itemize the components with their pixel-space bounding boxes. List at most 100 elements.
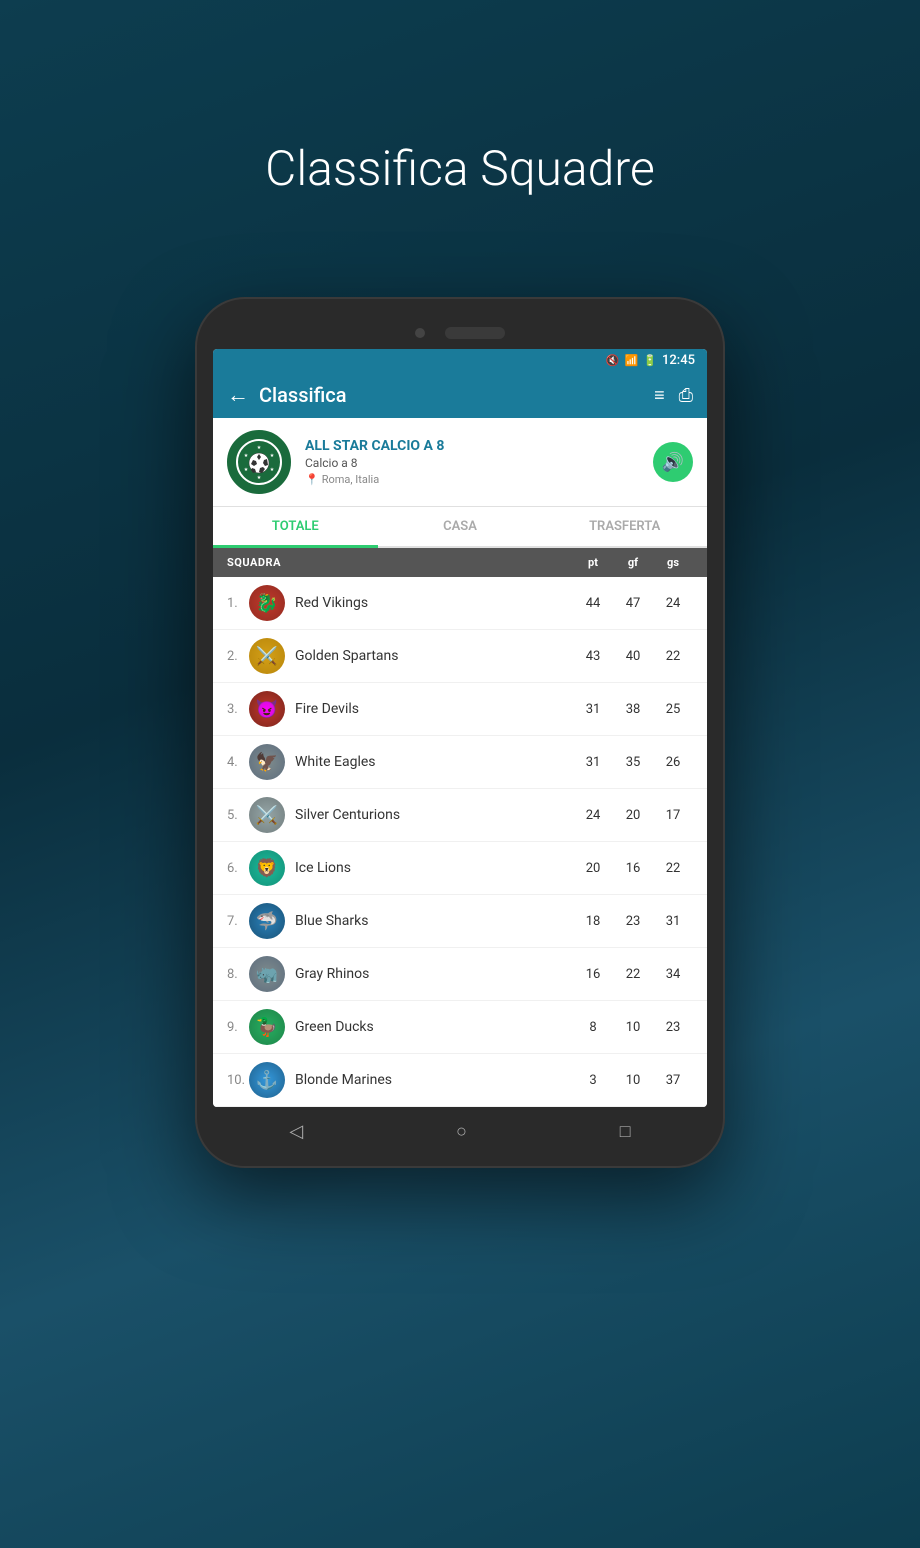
- team-gs: 34: [653, 967, 693, 982]
- tab-totale[interactable]: TOTALE: [213, 507, 378, 546]
- svg-text:★: ★: [270, 467, 275, 473]
- team-pt: 31: [573, 702, 613, 717]
- tab-casa[interactable]: CASA: [378, 507, 543, 546]
- team-gf: 10: [613, 1073, 653, 1088]
- team-name: Green Ducks: [295, 1019, 573, 1035]
- table-row[interactable]: 5. ⚔️ Silver Centurions 24 20 17: [213, 789, 707, 842]
- team-pt: 16: [573, 967, 613, 982]
- team-gf: 40: [613, 649, 653, 664]
- team-name: Blue Sharks: [295, 913, 573, 929]
- team-name: Blonde Marines: [295, 1072, 573, 1088]
- team-rank: 1.: [227, 596, 249, 611]
- table-row[interactable]: 1. 🐉 Red Vikings 44 47 24: [213, 577, 707, 630]
- back-button[interactable]: ←: [227, 382, 249, 408]
- team-rank: 4.: [227, 755, 249, 770]
- audio-button[interactable]: 🔊: [653, 442, 693, 482]
- location-pin-icon: 📍: [305, 473, 319, 486]
- team-logo: ⚓: [249, 1062, 285, 1098]
- app-bar: ← Classifica ≡ ⎙: [213, 372, 707, 418]
- team-pt: 20: [573, 861, 613, 876]
- team-rank: 2.: [227, 649, 249, 664]
- front-camera: [415, 328, 425, 338]
- team-name: Fire Devils: [295, 701, 573, 717]
- team-rank: 5.: [227, 808, 249, 823]
- league-logo: ★ ★ ★ ★ ★ ★: [227, 430, 291, 494]
- team-logo: 😈: [249, 691, 285, 727]
- status-bar: 🔇 📶 🔋 12:45: [213, 349, 707, 372]
- team-logo: 🦁: [249, 850, 285, 886]
- team-gs: 24: [653, 596, 693, 611]
- team-gf: 35: [613, 755, 653, 770]
- team-logo: 🐉: [249, 585, 285, 621]
- table-row[interactable]: 6. 🦁 Ice Lions 20 16 22: [213, 842, 707, 895]
- team-gf: 47: [613, 596, 653, 611]
- svg-text:★: ★: [257, 445, 262, 451]
- team-gs: 17: [653, 808, 693, 823]
- phone-top-bar: [415, 327, 505, 339]
- svg-text:★: ★: [244, 453, 249, 459]
- team-gf: 23: [613, 914, 653, 929]
- team-rank: 6.: [227, 861, 249, 876]
- page-title: Classifica Squadre: [265, 140, 655, 197]
- table-row[interactable]: 7. 🦈 Blue Sharks 18 23 31: [213, 895, 707, 948]
- team-logo: 🦅: [249, 744, 285, 780]
- team-gf: 10: [613, 1020, 653, 1035]
- team-name: Ice Lions: [295, 860, 573, 876]
- svg-text:★: ★: [257, 475, 262, 481]
- team-rank: 3.: [227, 702, 249, 717]
- phone-bottom-bar: ◁ ○ □: [213, 1107, 707, 1148]
- team-rank: 8.: [227, 967, 249, 982]
- team-gf: 16: [613, 861, 653, 876]
- team-rank: 10.: [227, 1073, 249, 1088]
- team-rank: 9.: [227, 1020, 249, 1035]
- status-time: 12:45: [662, 353, 695, 368]
- svg-text:★: ★: [244, 467, 249, 473]
- col-gf-header: gf: [613, 556, 653, 569]
- mute-icon: 🔇: [606, 354, 620, 367]
- list-icon[interactable]: ≡: [654, 385, 665, 406]
- league-location: 📍 Roma, Italia: [305, 473, 639, 486]
- league-header: ★ ★ ★ ★ ★ ★ ALL STAR CALCIO A 8 Ca: [213, 418, 707, 507]
- team-gs: 26: [653, 755, 693, 770]
- team-pt: 43: [573, 649, 613, 664]
- team-pt: 24: [573, 808, 613, 823]
- nav-home-button[interactable]: ○: [456, 1121, 467, 1142]
- team-gf: 38: [613, 702, 653, 717]
- team-gs: 23: [653, 1020, 693, 1035]
- team-gs: 31: [653, 914, 693, 929]
- team-pt: 31: [573, 755, 613, 770]
- league-type: Calcio a 8: [305, 456, 639, 470]
- col-gs-header: gs: [653, 556, 693, 569]
- team-gf: 20: [613, 808, 653, 823]
- table-row[interactable]: 4. 🦅 White Eagles 31 35 26: [213, 736, 707, 789]
- team-name: White Eagles: [295, 754, 573, 770]
- table-row[interactable]: 8. 🦏 Gray Rhinos 16 22 34: [213, 948, 707, 1001]
- table-row[interactable]: 2. ⚔️ Golden Spartans 43 40 22: [213, 630, 707, 683]
- table-row[interactable]: 3. 😈 Fire Devils 31 38 25: [213, 683, 707, 736]
- share-icon[interactable]: ⎙: [679, 385, 693, 406]
- team-pt: 8: [573, 1020, 613, 1035]
- team-logo: 🦏: [249, 956, 285, 992]
- team-logo: ⚔️: [249, 797, 285, 833]
- team-logo: 🦈: [249, 903, 285, 939]
- nav-back-button[interactable]: ◁: [289, 1121, 303, 1142]
- league-info: ALL STAR CALCIO A 8 Calcio a 8 📍 Roma, I…: [305, 438, 639, 486]
- tab-trasferta[interactable]: TRASFERTA: [542, 507, 707, 546]
- team-pt: 18: [573, 914, 613, 929]
- team-pt: 3: [573, 1073, 613, 1088]
- col-squadra-header: SQUADRA: [227, 556, 573, 569]
- tabs: TOTALE CASA TRASFERTA: [213, 507, 707, 548]
- team-name: Gray Rhinos: [295, 966, 573, 982]
- team-gs: 25: [653, 702, 693, 717]
- nav-recent-button[interactable]: □: [620, 1121, 631, 1142]
- team-gs: 22: [653, 649, 693, 664]
- teams-table: 1. 🐉 Red Vikings 44 47 24 2. ⚔️ Golden S…: [213, 577, 707, 1107]
- status-icons: 🔇 📶 🔋 12:45: [606, 353, 695, 368]
- team-pt: 44: [573, 596, 613, 611]
- table-header: SQUADRA pt gf gs: [213, 548, 707, 577]
- battery-icon: 🔋: [643, 354, 657, 367]
- table-row[interactable]: 9. 🦆 Green Ducks 8 10 23: [213, 1001, 707, 1054]
- league-name: ALL STAR CALCIO A 8: [305, 438, 639, 454]
- team-gs: 37: [653, 1073, 693, 1088]
- table-row[interactable]: 10. ⚓ Blonde Marines 3 10 37: [213, 1054, 707, 1107]
